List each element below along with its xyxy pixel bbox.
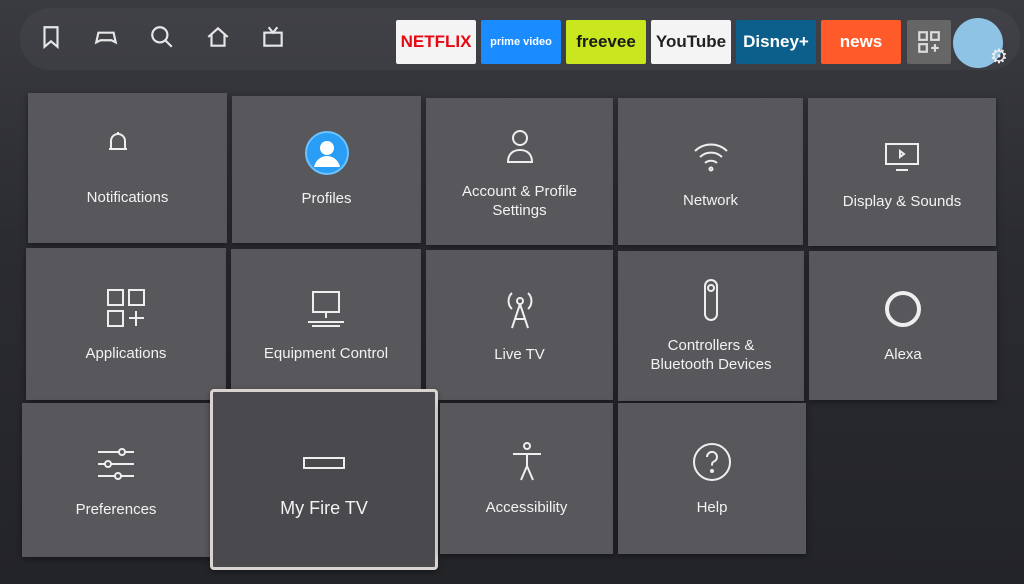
equipment-icon <box>308 291 344 327</box>
person-icon <box>506 129 533 163</box>
tile-label: Applications <box>85 344 167 362</box>
tile-profiles[interactable]: Profiles <box>232 96 421 243</box>
bell-icon <box>108 131 127 150</box>
wifi-icon <box>693 143 728 172</box>
tile-label: Alexa <box>884 346 922 363</box>
tile-label: Network <box>682 192 738 209</box>
game-controller-icon[interactable] <box>93 24 119 50</box>
antenna-icon <box>507 291 532 328</box>
tile-account-profile-settings[interactable]: Account & Profile Settings <box>426 98 613 245</box>
tile-label: Display & Sounds <box>842 192 962 210</box>
app-label: prime video <box>490 36 552 48</box>
tile-label: Account & Profile Settings <box>461 182 578 219</box>
app-prime-video[interactable]: prime video <box>481 20 561 64</box>
tile-label: My Fire TV <box>280 498 368 518</box>
app-label: YouTube <box>655 32 727 51</box>
tile-accessibility[interactable]: Accessibility <box>440 403 613 554</box>
tile-label: Live TV <box>494 345 545 363</box>
tile-label: Profiles <box>301 190 352 207</box>
tile-notifications[interactable]: Notifications <box>28 93 227 243</box>
apps-grid-icon <box>918 31 940 53</box>
settings-gear-icon[interactable]: ⚙ <box>990 44 1008 69</box>
tile-help[interactable]: Help <box>618 403 806 554</box>
bookmark-icon[interactable] <box>38 24 64 50</box>
tile-label: Controllers & Bluetooth Devices <box>650 337 772 373</box>
tile-my-fire-tv[interactable]: My Fire TV <box>210 389 438 570</box>
tile-label: Equipment Control <box>263 345 389 362</box>
app-library-button[interactable] <box>907 20 951 64</box>
tile-alexa[interactable]: Alexa <box>809 251 997 400</box>
app-netflix[interactable]: NETFLIX <box>396 20 476 64</box>
app-label: Disney+ <box>743 32 809 51</box>
sliders-icon <box>98 447 134 480</box>
apps-grid-icon <box>107 288 145 327</box>
tile-applications[interactable]: Applications <box>26 248 226 400</box>
profile-avatar-icon <box>304 131 349 175</box>
tile-equipment-control[interactable]: Equipment Control <box>231 249 421 400</box>
tile-label: Accessibility <box>485 499 568 516</box>
app-label: NETFLIX <box>400 32 472 51</box>
live-tv-icon[interactable] <box>260 24 286 50</box>
tile-label: Help <box>696 499 728 516</box>
remote-icon <box>704 279 718 321</box>
app-label: freevee <box>576 32 636 51</box>
tile-display-sounds[interactable]: Display & Sounds <box>808 98 996 246</box>
tile-label: Preferences <box>75 500 157 518</box>
home-icon[interactable] <box>205 24 231 50</box>
app-label: news <box>839 32 883 51</box>
tile-network[interactable]: Network <box>618 98 803 245</box>
search-icon[interactable] <box>149 24 175 50</box>
tile-label: Notifications <box>86 188 169 206</box>
help-icon <box>693 443 731 481</box>
alexa-icon <box>885 291 921 327</box>
app-freevee[interactable]: freevee <box>566 20 646 64</box>
tile-preferences[interactable]: Preferences <box>22 403 210 557</box>
app-news[interactable]: news <box>821 20 901 64</box>
tile-live-tv[interactable]: Live TV <box>426 250 613 400</box>
tile-controllers-bluetooth-devices[interactable]: Controllers & Bluetooth Devices <box>618 251 804 401</box>
app-youtube[interactable]: YouTube <box>651 20 731 64</box>
display-icon <box>885 142 919 171</box>
fire-tv-icon <box>303 457 345 469</box>
app-disney-[interactable]: Disney+ <box>736 20 816 64</box>
accessibility-icon <box>512 442 541 481</box>
